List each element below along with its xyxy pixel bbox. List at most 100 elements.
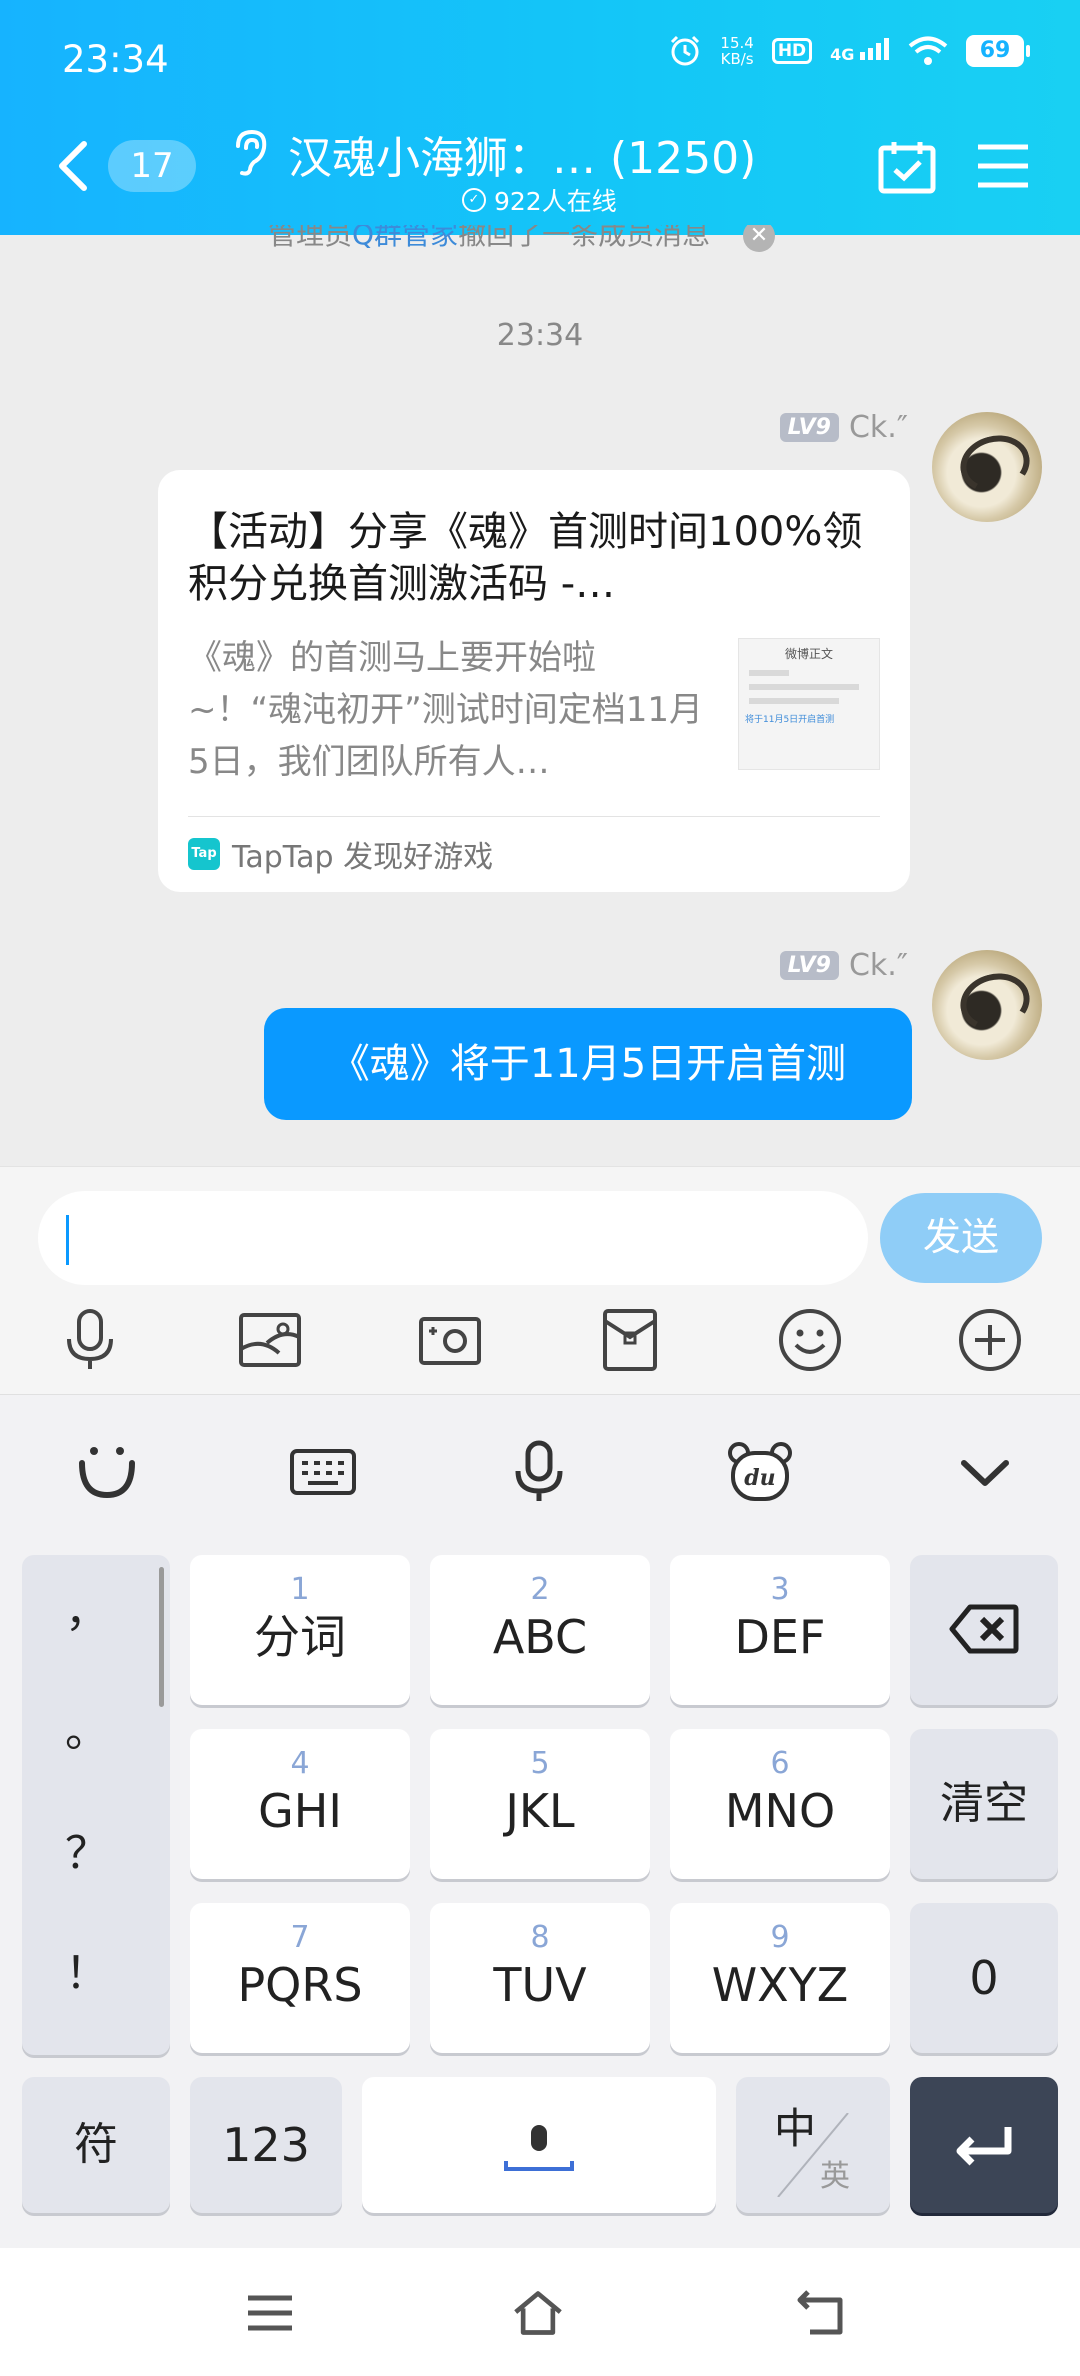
- notice-suffix: 撤回了一条成员消息: [458, 225, 711, 251]
- card-source: Tap TapTap 发现好游戏: [188, 832, 493, 876]
- key-label: WXYZ: [711, 1958, 849, 2012]
- calendar-check-icon[interactable]: [878, 140, 936, 194]
- numeric-key[interactable]: 123: [190, 2077, 342, 2213]
- thumbnail-line: [749, 670, 789, 676]
- divider: [188, 816, 880, 817]
- back-button[interactable]: [52, 138, 92, 194]
- net-speed-unit: KB/s: [720, 50, 754, 68]
- card-description: 《魂》的首测马上要开始啦~！“魂沌初开”测试时间定档11月5日，我们团队所有人…: [188, 638, 703, 782]
- key-1[interactable]: 1 分词: [190, 1555, 410, 1705]
- key-label: PQRS: [237, 1958, 363, 2012]
- emoji-icon[interactable]: [777, 1307, 843, 1373]
- punctuation-key[interactable]: ！: [22, 1937, 152, 2001]
- level-badge: LV9: [779, 413, 839, 442]
- backspace-icon: [949, 1604, 1019, 1654]
- status-icons: 15.4 KB/s HD 4G 69: [668, 34, 1030, 68]
- back-icon[interactable]: [796, 2288, 848, 2338]
- key-5[interactable]: 5 JKL: [430, 1729, 650, 1879]
- thumbnail-title: 微博正文: [784, 647, 833, 661]
- close-icon[interactable]: ✕: [742, 225, 775, 252]
- chat-title[interactable]: 汉魂小海狮：… (1250): [288, 122, 756, 186]
- key-6[interactable]: 6 MNO: [670, 1729, 890, 1879]
- wifi-icon: [908, 36, 948, 65]
- clear-key[interactable]: 清空: [910, 1729, 1058, 1879]
- text-cursor: [66, 1215, 69, 1265]
- message-input[interactable]: [38, 1191, 868, 1285]
- scrollbar[interactable]: [159, 1567, 164, 1707]
- online-status[interactable]: ✓ 922人在线: [462, 182, 617, 218]
- punctuation-key[interactable]: ，: [22, 1575, 152, 1639]
- enter-key[interactable]: [910, 2077, 1058, 2213]
- net-speed: 15.4 KB/s: [720, 35, 753, 67]
- key-label: 分词: [254, 1610, 346, 1664]
- sender-info: LV9 Ck.″: [779, 948, 908, 983]
- sender-info: LV9 Ck.″: [779, 410, 908, 445]
- smile-logo-icon[interactable]: [74, 1439, 140, 1505]
- card-title: 【活动】分享《魂》首测时间100%领积分兑换首测激活码 -…: [188, 509, 863, 607]
- camera-icon[interactable]: [417, 1307, 483, 1373]
- battery-icon: 69: [966, 35, 1030, 67]
- keyboard-toolbar: du: [0, 1395, 1080, 1545]
- space-mic-icon: [504, 2125, 574, 2171]
- key-number: 3: [770, 1572, 790, 1607]
- thumbnail-link: 将于11月5日开启首测: [745, 715, 835, 725]
- keyboard-icon[interactable]: [290, 1439, 356, 1505]
- zero-key[interactable]: 0: [910, 1903, 1058, 2053]
- collapse-icon[interactable]: [952, 1439, 1018, 1505]
- ear-icon[interactable]: [230, 128, 272, 176]
- card-thumbnail: 微博正文 将于11月5日开启首测: [738, 638, 880, 770]
- notice-prefix: 管理员: [268, 225, 353, 251]
- delete-key[interactable]: [910, 1555, 1058, 1705]
- key-9[interactable]: 9 WXYZ: [670, 1903, 890, 2053]
- message-bubble[interactable]: 《魂》将于11月5日开启首测: [264, 1008, 912, 1120]
- image-icon[interactable]: [237, 1307, 303, 1373]
- ime-keyboard: du ， 。 ？ ！ 1 分词 2 ABC 3 DEF 4 GHI 5 JKL: [0, 1394, 1080, 2248]
- online-count: 922人在线: [494, 187, 617, 216]
- microphone-icon[interactable]: [57, 1307, 123, 1373]
- input-panel: 发送: [0, 1166, 1080, 1394]
- sender-name[interactable]: Ck.″: [849, 410, 908, 445]
- home-icon[interactable]: [512, 2288, 564, 2338]
- alarm-icon: [671, 35, 700, 66]
- thumbnail-line: [749, 684, 859, 690]
- slash-divider: [777, 2113, 849, 2197]
- enter-icon: [956, 2127, 1012, 2166]
- red-packet-icon[interactable]: [597, 1307, 663, 1373]
- key-2[interactable]: 2 ABC: [430, 1555, 650, 1705]
- key-label: ABC: [492, 1610, 588, 1664]
- key-label: MNO: [724, 1784, 836, 1838]
- unread-count-badge[interactable]: 17: [108, 140, 196, 192]
- punctuation-column[interactable]: ， 。 ？ ！: [22, 1555, 170, 2055]
- language-switch-key[interactable]: 中 英: [736, 2077, 890, 2213]
- avatar[interactable]: [932, 412, 1042, 522]
- space-key[interactable]: [362, 2077, 716, 2213]
- net-speed-value: 15.4: [720, 34, 754, 52]
- message-timestamp: 23:34: [496, 318, 584, 353]
- key-3[interactable]: 3 DEF: [670, 1555, 890, 1705]
- du-bear-icon[interactable]: du: [727, 1439, 793, 1505]
- level-badge: LV9: [779, 951, 839, 980]
- menu-lines-icon[interactable]: [244, 2288, 296, 2338]
- punctuation-key[interactable]: ？: [22, 1817, 152, 1881]
- key-number: 8: [530, 1920, 550, 1955]
- source-label: TapTap 发现好游戏: [232, 840, 494, 875]
- sender-name[interactable]: Ck.″: [849, 948, 908, 983]
- share-card[interactable]: 【活动】分享《魂》首测时间100%领积分兑换首测激活码 -… 《魂》的首测马上要…: [158, 470, 910, 892]
- thumbnail-line: [749, 698, 839, 704]
- signal-icon: 4G: [830, 38, 890, 64]
- key-7[interactable]: 7 PQRS: [190, 1903, 410, 2053]
- key-number: 1: [290, 1572, 310, 1607]
- key-4[interactable]: 4 GHI: [190, 1729, 410, 1879]
- key-8[interactable]: 8 TUV: [430, 1903, 650, 2053]
- plus-icon[interactable]: [957, 1307, 1023, 1373]
- avatar[interactable]: [932, 950, 1042, 1060]
- notice-actor[interactable]: Q群管家: [352, 225, 458, 251]
- send-button[interactable]: 发送: [880, 1193, 1042, 1283]
- menu-icon[interactable]: [976, 142, 1030, 190]
- voice-icon[interactable]: [506, 1439, 572, 1505]
- key-label: DEF: [734, 1610, 826, 1664]
- symbol-key[interactable]: 符: [22, 2077, 170, 2213]
- punctuation-key[interactable]: 。: [22, 1695, 152, 1759]
- key-number: 4: [290, 1746, 310, 1781]
- system-nav-bar: [0, 2248, 1080, 2376]
